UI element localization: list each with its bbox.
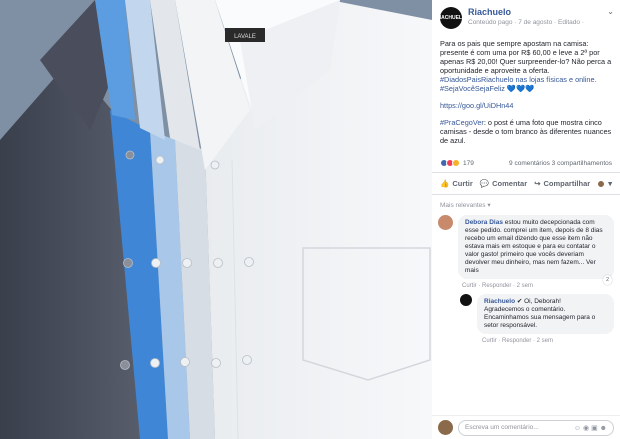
comments-shares-count[interactable]: 9 comentários 3 compartilhamentos <box>509 160 612 167</box>
comment-input-placeholder: Escreva um comentário... <box>465 424 539 431</box>
write-comment-bar: Escreva um comentário... ☺ ◉ ▣ ☻ <box>432 415 620 439</box>
comment-filter[interactable]: Mais relevantes ▾ <box>432 195 620 213</box>
like-button[interactable]: 👍 Curtir <box>440 179 473 188</box>
reply-item: Riachuelo ✔ Oi, Deborah! Agradecemos o c… <box>432 292 620 336</box>
post-side-panel: RIACHUELO Riachuelo Conteúdo pago · 7 de… <box>432 0 620 439</box>
post-header-meta: Riachuelo Conteúdo pago · 7 de agosto · … <box>468 7 604 26</box>
comment-tools-icons[interactable]: ☺ ◉ ▣ ☻ <box>574 424 607 432</box>
comment-item: Debora Dias estou muito decepcionada com… <box>432 213 620 285</box>
like-label: Curtir <box>452 179 473 188</box>
post-body: Para os pais que sempre apostam na camis… <box>432 33 620 145</box>
post-header: RIACHUELO Riachuelo Conteúdo pago · 7 de… <box>432 0 620 33</box>
post-paragraph-1: Para os pais que sempre apostam na camis… <box>440 39 612 75</box>
reply-bubble: Riachuelo ✔ Oi, Deborah! Agradecemos o c… <box>477 294 614 334</box>
commenter-name[interactable]: Debora Dias <box>465 219 503 226</box>
reply-actions[interactable]: Curtir · Responder · 2 sem <box>432 336 620 347</box>
thumbs-up-icon: 👍 <box>440 179 450 188</box>
profile-selector[interactable]: ▾ <box>597 179 612 188</box>
comment-icon: 💬 <box>479 179 490 188</box>
page-name-link[interactable]: Riachuelo <box>468 7 604 17</box>
comment-reaction-count[interactable]: 2 <box>602 275 612 285</box>
reply-avatar[interactable] <box>460 294 472 306</box>
post-actions: 👍 Curtir 💬 Comentar ↪ Compartilhar ▾ <box>432 173 620 195</box>
current-user-avatar <box>438 420 453 435</box>
page-avatar[interactable]: RIACHUELO <box>436 7 466 29</box>
post-link[interactable]: https://goo.gl/UiDHn44 <box>440 101 513 110</box>
reactions-summary[interactable]: 179 <box>440 159 474 167</box>
comment-label: Comentar <box>492 179 528 188</box>
reactions-bar: 179 9 comentários 3 compartilhamentos <box>432 153 620 173</box>
post-meta: Conteúdo pago · 7 de agosto · Editado · <box>468 19 584 26</box>
comment-input[interactable]: Escreva um comentário... ☺ ◉ ▣ ☻ <box>458 419 614 436</box>
share-label: Compartilhar <box>543 179 591 188</box>
comment-bubble: Debora Dias estou muito decepcionada com… <box>458 215 614 285</box>
comment-actions[interactable]: Curtir · Responder · 2 sem <box>432 281 620 292</box>
options-chevron-icon[interactable]: ⌄ <box>607 7 614 16</box>
post-photo[interactable]: LAVALE <box>0 0 432 439</box>
share-icon: ↪ <box>534 179 541 188</box>
post-hashtags[interactable]: #DiadosPaisRiachuelo nas lojas físicas e… <box>440 75 597 93</box>
comment-text: estou muito decepcionada com esse pedido… <box>465 219 603 274</box>
svg-text:LAVALE: LAVALE <box>234 34 256 40</box>
shirts-illustration: LAVALE <box>0 0 432 439</box>
chevron-down-icon: ▾ <box>608 179 612 188</box>
commenter-avatar[interactable] <box>438 215 453 230</box>
haha-reaction-icon <box>452 159 460 167</box>
reply-author[interactable]: Riachuelo <box>484 298 515 305</box>
profile-avatar <box>597 179 606 188</box>
pracegover-hashtag[interactable]: #PraCegoVer <box>440 118 484 127</box>
reply-greeting: ✔ Oi, Deborah! <box>515 298 561 305</box>
comment-button[interactable]: 💬 Comentar <box>480 179 527 188</box>
post-viewer: LAVALE RIACHUELO Riachuelo Conteúdo pago… <box>0 0 620 439</box>
comment-thread: Debora Dias estou muito decepcionada com… <box>432 213 620 347</box>
reactions-count: 179 <box>463 159 474 167</box>
share-button[interactable]: ↪ Compartilhar <box>534 179 590 188</box>
reply-text: Agradecemos o comentário. Encaminhamos s… <box>484 306 596 329</box>
